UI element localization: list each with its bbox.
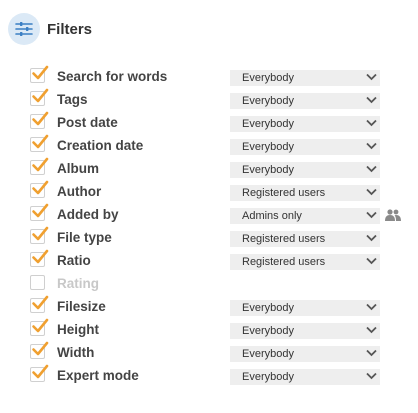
filter-row-post-date: Post date Everybody	[30, 111, 410, 135]
ratio-select[interactable]: Registered users	[230, 254, 380, 270]
search-for-words-select[interactable]: Everybody	[230, 70, 380, 86]
added-by-checkbox[interactable]	[30, 203, 49, 221]
filter-row-rating: Rating	[30, 273, 410, 296]
chevron-down-icon	[366, 349, 377, 357]
chevron-down-icon	[366, 73, 377, 81]
select-value: Everybody	[242, 325, 294, 337]
filter-label: Search for words	[57, 69, 168, 84]
author-checkbox[interactable]	[30, 180, 49, 198]
file-type-select[interactable]: Registered users	[230, 231, 380, 247]
post-date-checkbox[interactable]	[30, 111, 49, 129]
select-value: Everybody	[242, 302, 294, 314]
filter-row-creation-date: Creation date Everybody	[30, 134, 410, 158]
filter-row-ratio: Ratio Registered users	[30, 249, 410, 273]
expert-mode-checkbox[interactable]	[30, 364, 49, 382]
select-value: Everybody	[242, 141, 294, 153]
chevron-down-icon	[366, 234, 377, 242]
filter-label: Height	[57, 322, 99, 337]
sliders-icon	[8, 13, 40, 45]
post-date-select[interactable]: Everybody	[230, 116, 380, 132]
chevron-down-icon	[366, 96, 377, 104]
page-title: Filters	[47, 20, 93, 38]
filter-row-width: Width Everybody	[30, 341, 410, 365]
select-value: Everybody	[242, 371, 294, 383]
filter-row-album: Album Everybody	[30, 157, 410, 181]
width-checkbox[interactable]	[30, 341, 49, 359]
filesize-select[interactable]: Everybody	[230, 300, 380, 316]
select-value: Registered users	[242, 187, 326, 199]
chevron-down-icon	[366, 372, 377, 380]
ratio-checkbox[interactable]	[30, 249, 49, 267]
select-value: Everybody	[242, 118, 294, 130]
filter-label: Tags	[57, 92, 88, 107]
file-type-checkbox[interactable]	[30, 226, 49, 244]
height-select[interactable]: Everybody	[230, 323, 380, 339]
chevron-down-icon	[366, 326, 377, 334]
chevron-down-icon	[366, 119, 377, 127]
filter-label: Author	[57, 184, 102, 199]
filter-row-added-by: Added by Admins only	[30, 203, 410, 227]
select-value: Everybody	[242, 72, 294, 84]
select-value: Everybody	[242, 95, 294, 107]
filter-label: Added by	[57, 207, 119, 222]
tags-select[interactable]: Everybody	[230, 93, 380, 109]
creation-date-select[interactable]: Everybody	[230, 139, 380, 155]
album-checkbox[interactable]	[30, 157, 49, 175]
filters-header: Filters	[8, 12, 92, 46]
users-icon	[385, 209, 401, 221]
filter-row-expert-mode: Expert mode Everybody	[30, 364, 410, 388]
search-for-words-checkbox[interactable]	[30, 65, 49, 83]
filter-label: Album	[57, 161, 99, 176]
select-value: Everybody	[242, 348, 294, 360]
height-checkbox[interactable]	[30, 318, 49, 336]
filesize-checkbox[interactable]	[30, 295, 49, 313]
filter-label: Creation date	[57, 138, 144, 153]
tags-checkbox[interactable]	[30, 88, 49, 106]
filter-row-tags: Tags Everybody	[30, 88, 410, 112]
author-select[interactable]: Registered users	[230, 185, 380, 201]
filter-row-file-type: File type Registered users	[30, 226, 410, 250]
select-value: Registered users	[242, 256, 326, 268]
filter-label: Rating	[57, 276, 99, 291]
rating-checkbox[interactable]	[30, 275, 45, 290]
album-select[interactable]: Everybody	[230, 162, 380, 178]
filter-label: Ratio	[57, 253, 91, 268]
select-value: Everybody	[242, 164, 294, 176]
filter-row-author: Author Registered users	[30, 180, 410, 204]
filter-label: Filesize	[57, 299, 106, 314]
filter-label: Width	[57, 345, 95, 360]
chevron-down-icon	[366, 211, 377, 219]
filters-list: Search for words Everybody Tags Everybod…	[30, 65, 410, 388]
filter-label: Expert mode	[57, 368, 139, 383]
select-value: Admins only	[242, 210, 302, 222]
select-value: Registered users	[242, 233, 326, 245]
chevron-down-icon	[366, 142, 377, 150]
chevron-down-icon	[366, 188, 377, 196]
filter-row-filesize: Filesize Everybody	[30, 295, 410, 319]
chevron-down-icon	[366, 165, 377, 173]
chevron-down-icon	[366, 257, 377, 265]
expert-mode-select[interactable]: Everybody	[230, 369, 380, 385]
filter-row-height: Height Everybody	[30, 318, 410, 342]
chevron-down-icon	[366, 303, 377, 311]
filter-label: Post date	[57, 115, 118, 130]
creation-date-checkbox[interactable]	[30, 134, 49, 152]
added-by-select[interactable]: Admins only	[230, 208, 380, 224]
filter-label: File type	[57, 230, 112, 245]
filter-row-search-for-words: Search for words Everybody	[30, 65, 410, 89]
width-select[interactable]: Everybody	[230, 346, 380, 362]
